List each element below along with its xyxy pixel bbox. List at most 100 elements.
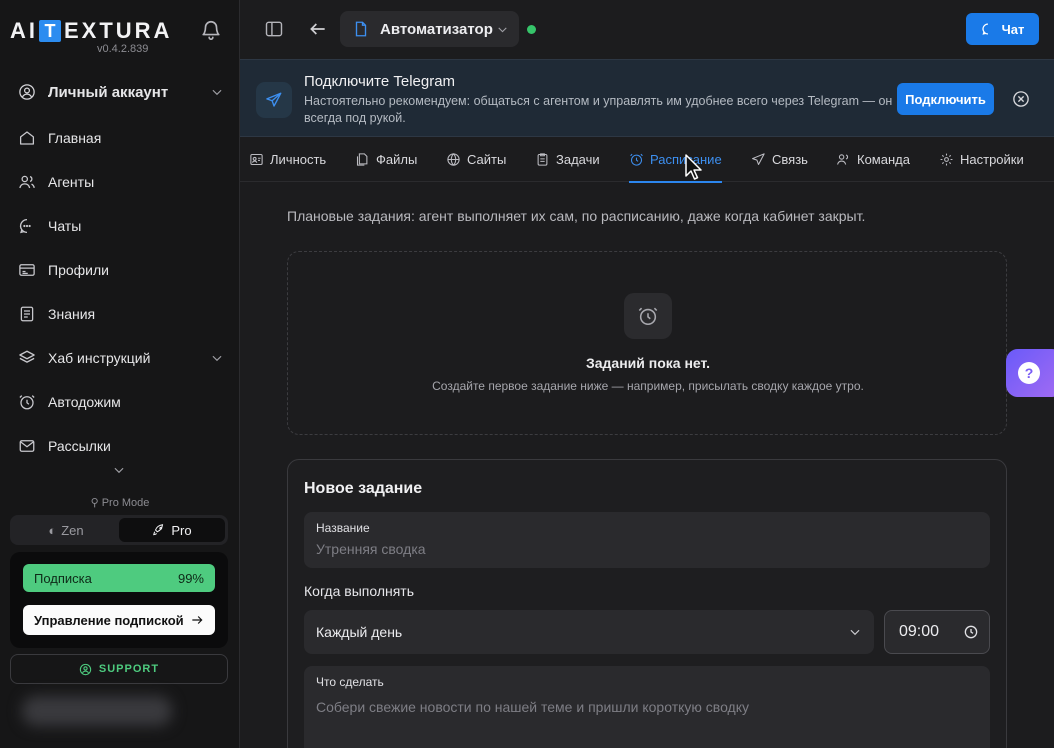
help-button[interactable]: ? [1006,349,1054,397]
id-card-icon [19,264,35,276]
tab-tasks[interactable]: Задачи [535,137,600,182]
app-version: v0.4.2.839 [97,43,149,55]
document-icon [20,306,34,322]
alarm-clock-icon [630,153,643,166]
logo-right: EXTURA [64,18,173,43]
manage-subscription-button[interactable]: Управление подпиской [23,605,215,635]
logo-t-box: T [39,20,61,42]
new-task-title: Новое задание [304,480,423,497]
tab-sites[interactable]: Сайты [446,137,506,182]
mode-pro-button[interactable]: Pro [119,518,225,542]
time-input[interactable]: 09:00 [884,610,990,654]
account-label: Личный аккаунт [48,83,169,101]
telegram-icon [266,92,282,107]
tab-personality[interactable]: Личность [249,137,326,182]
close-circle-icon[interactable] [1012,90,1030,108]
banner-text: Настоятельно рекомендуем: общаться с аге… [304,94,893,125]
subscription-card: Подписка 99% Управление подпиской [10,552,228,648]
agent-name: Автоматизатор [380,20,493,38]
empty-subtitle: Создайте первое задание ниже — например,… [432,379,864,393]
account-menu[interactable]: Личный аккаунт [18,79,228,105]
task-name-field[interactable]: Название Утренняя сводка [304,512,990,568]
task-name-input[interactable]: Утренняя сводка [316,541,426,557]
chevron-down-icon [212,89,222,96]
tab-team[interactable]: Команда [836,137,910,182]
back-arrow-icon[interactable] [308,19,328,39]
sidebar-item-label: Хаб инструкций [48,350,151,366]
files-icon [356,153,368,166]
frequency-select[interactable]: Каждый день [304,610,874,654]
user-circle-icon [19,84,35,100]
clock-icon [19,395,35,410]
tab-files[interactable]: Файлы [355,137,417,182]
sidebar-item-label: Рассылки [48,438,111,454]
layers-icon [19,350,35,363]
app-root: AI T EXTURA v0.4.2.839 Личный аккаунт Гл… [0,0,1054,748]
telegram-banner: Подключите Telegram Настоятельно рекомен… [240,59,1054,137]
sidebar-item-label: Знания [48,306,96,322]
empty-state: Заданий пока нет. Создайте первое задани… [287,251,1007,435]
sidebar-item-label: Профили [48,262,109,278]
mode-zen-button[interactable]: ◐ Zen [13,518,119,542]
globe-icon [447,153,460,166]
top-bar: Автоматизатор Чат [240,0,1054,59]
sidebar-item-label: Главная [48,130,102,146]
agent-selector[interactable]: Автоматизатор [340,11,519,47]
chevron-down-icon [850,629,860,636]
sidebar-item-mailings[interactable]: Рассылки [18,433,228,459]
logo[interactable]: AI T EXTURA [10,18,172,44]
subscription-progress: Подписка 99% [23,564,215,592]
sidebar: AI T EXTURA v0.4.2.839 Личный аккаунт Гл… [0,0,240,748]
face-card-icon [250,153,263,166]
gear-icon [940,153,953,166]
clock-icon [964,625,978,639]
task-action-field[interactable]: Что сделать Собери свежие новости по наш… [304,666,990,748]
sidebar-item-knowledge[interactable]: Знания [18,301,228,327]
mouse-cursor-icon [685,154,702,180]
tab-settings[interactable]: Настройки [939,137,1024,182]
sidebar-item-instructions-hub[interactable]: Хаб инструкций [18,345,228,371]
sidebar-item-profiles[interactable]: Профили [18,257,228,283]
send-icon [752,153,765,166]
question-icon: ? [1018,362,1040,384]
chevron-down-icon [498,26,507,32]
new-task-form: Новое задание Название Утренняя сводка К… [287,459,1007,748]
alarm-clock-icon [638,307,658,326]
scroll-down-icon[interactable] [112,463,126,477]
users-icon [19,175,35,189]
chevron-down-icon [212,355,222,362]
sidebar-item-chats[interactable]: Чаты [18,213,228,239]
tab-connection[interactable]: Связь [751,137,808,182]
task-action-label: Что сделать [316,675,384,689]
empty-title: Заданий пока нет. [585,355,711,371]
chat-icon [982,23,988,35]
sidebar-item-label: Агенты [48,174,95,190]
mode-toggle: ◐ Zen Pro [10,515,228,545]
mail-icon [19,440,35,452]
support-button[interactable]: SUPPORT [10,654,228,684]
online-status-dot [527,25,536,34]
sidebar-item-home[interactable]: Главная [18,125,228,151]
empty-clock-icon-box [624,293,672,339]
support-user-icon [79,663,92,675]
telegram-icon-box [256,82,292,118]
clipboard-icon [537,153,548,166]
chat-button[interactable]: Чат [966,13,1039,45]
agent-doc-icon [355,21,367,37]
sidebar-item-label: Автодожим [48,394,121,410]
tab-schedule[interactable]: Расписание [629,137,722,183]
rocket-icon [153,524,164,536]
task-action-input[interactable]: Собери свежие новости по нашей теме и пр… [316,699,749,715]
sidebar-item-label: Чаты [48,218,82,234]
sidebar-toggle-icon[interactable] [264,19,284,39]
user-profile-blurred[interactable] [22,696,172,726]
when-label: Когда выполнять [304,583,415,599]
sidebar-item-autofollowup[interactable]: Автодожим [18,389,228,415]
sidebar-item-agents[interactable]: Агенты [18,169,228,195]
leaf-icon: ◐ [48,522,57,538]
bell-icon[interactable] [200,19,222,41]
connect-telegram-button[interactable]: Подключить [897,83,994,115]
pro-mode-label: ⚲ Pro Mode [90,497,150,509]
agent-tabs: Личность Файлы Сайты Задачи Расписание С… [240,137,1054,183]
home-icon [19,131,35,145]
